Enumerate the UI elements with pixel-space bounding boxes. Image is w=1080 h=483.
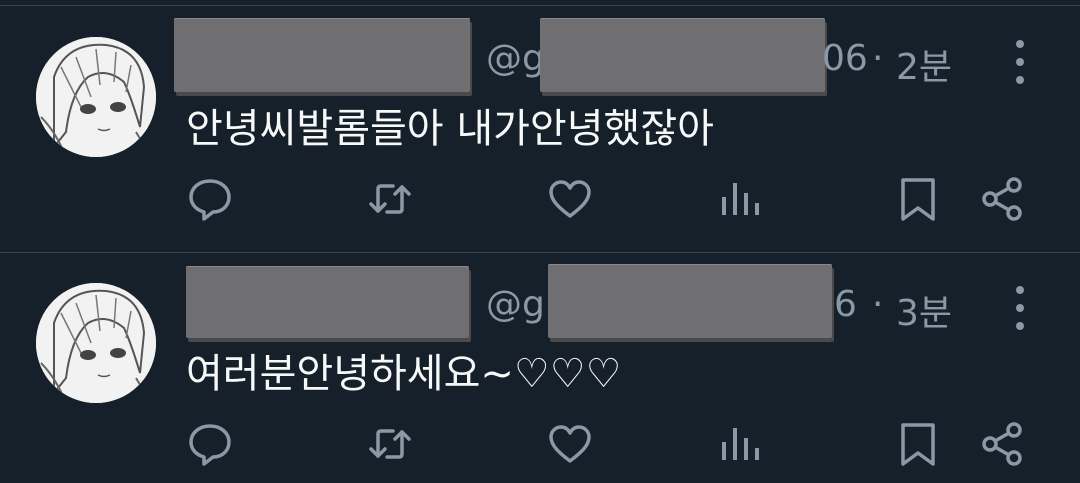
redacted-handle bbox=[548, 264, 832, 338]
like-icon[interactable] bbox=[546, 420, 594, 468]
timeline: @g 06 · 2분 안녕씨발롬들아 내가안녕했잖아 @g 6 · 3분 여러분… bbox=[0, 0, 1080, 483]
tweet[interactable]: @g 6 · 3분 여러분안녕하세요~♡♡♡ bbox=[0, 0, 1080, 466]
handle-tail: 6 bbox=[834, 284, 857, 325]
separator: · bbox=[872, 284, 884, 325]
avatar[interactable] bbox=[36, 283, 156, 403]
timestamp[interactable]: 3분 bbox=[896, 284, 952, 336]
share-icon[interactable] bbox=[978, 420, 1026, 468]
views-icon[interactable] bbox=[716, 420, 764, 468]
redacted-display-name bbox=[186, 266, 469, 338]
bookmark-icon[interactable] bbox=[894, 420, 942, 468]
more-icon[interactable] bbox=[1004, 284, 1036, 332]
user-handle[interactable]: @g bbox=[486, 284, 545, 325]
divider bbox=[0, 252, 1080, 253]
reply-icon[interactable] bbox=[186, 420, 234, 468]
retweet-icon[interactable] bbox=[366, 420, 414, 468]
tweet-text: 여러분안녕하세요~♡♡♡ bbox=[186, 351, 622, 397]
